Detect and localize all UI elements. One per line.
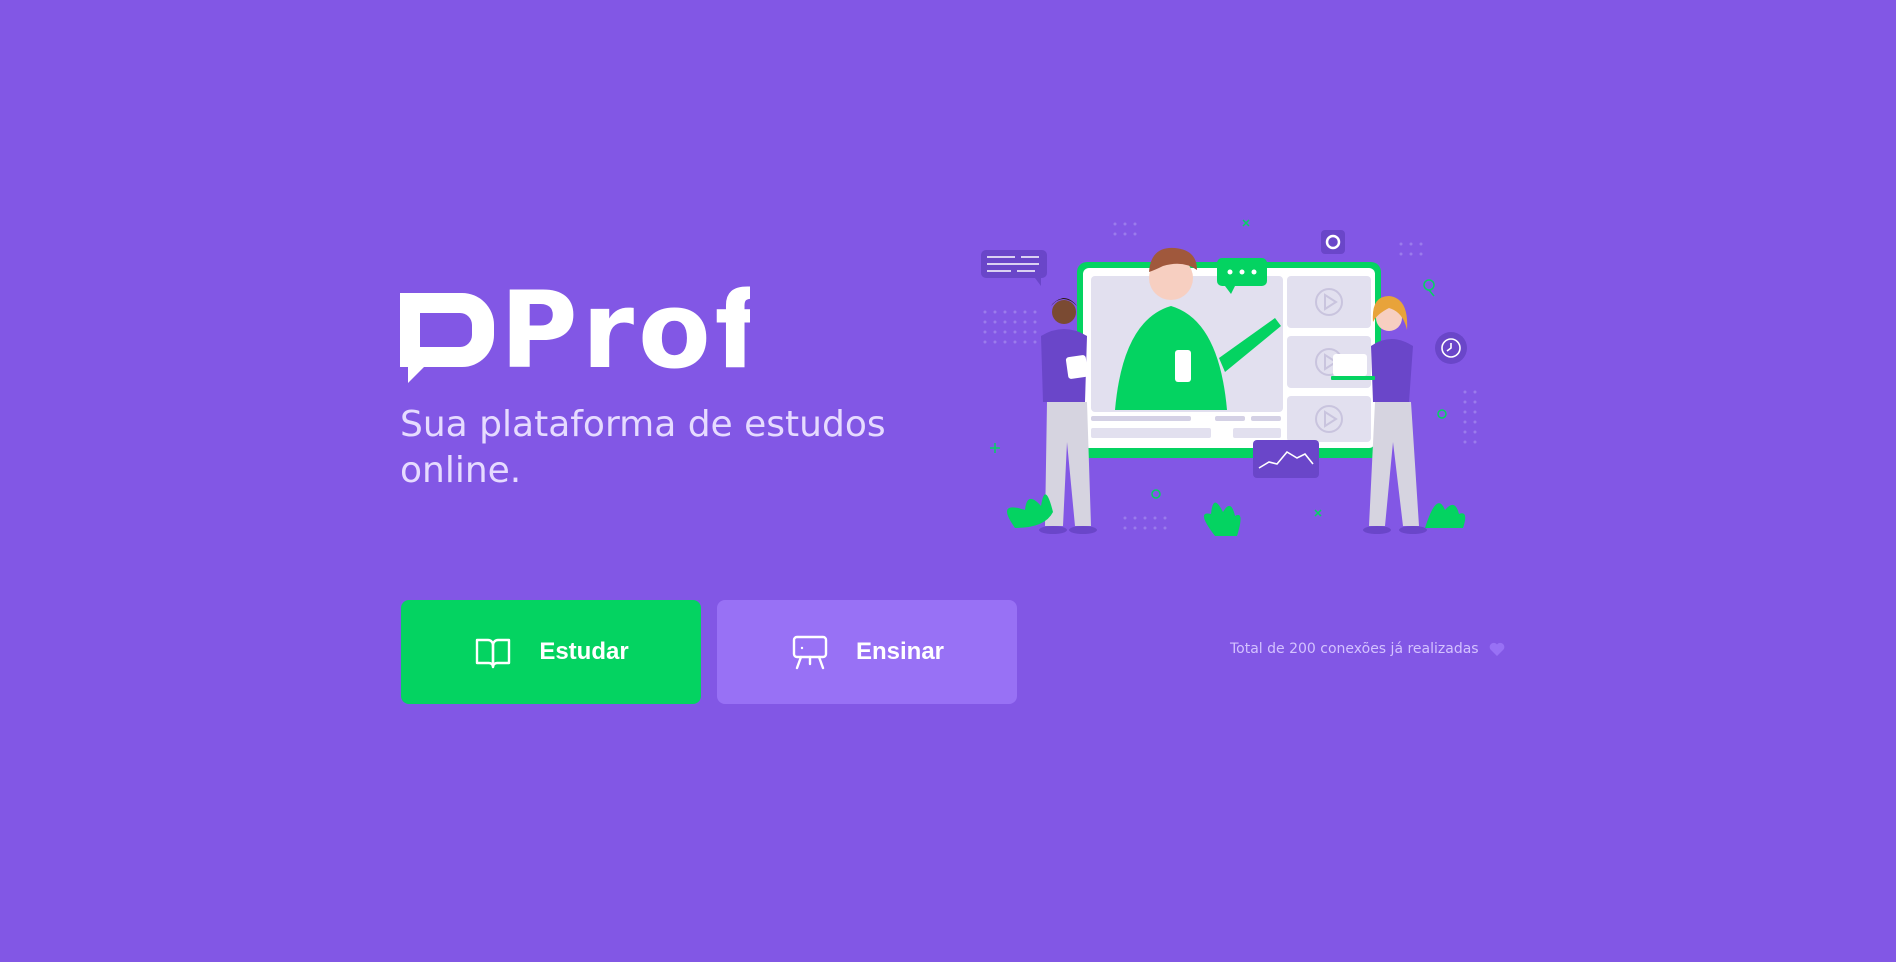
book-open-icon <box>473 632 513 672</box>
total-connections: Total de 200 conexões já realizadas <box>1230 641 1505 657</box>
landing-page: Proffy Sua plataforma de estudos online. <box>0 0 1896 962</box>
study-button-label: Estudar <box>539 638 629 665</box>
total-connections-text: Total de 200 conexões já realizadas <box>1230 641 1479 657</box>
proffy-logo: Proffy <box>400 285 750 395</box>
logo-wordmark: Proffy <box>500 285 750 392</box>
presentation-board-icon <box>790 632 830 672</box>
teach-button-label: Ensinar <box>855 638 945 665</box>
tagline: Sua plataforma de estudos online. <box>400 404 886 491</box>
teach-button[interactable]: Ensinar <box>717 600 1017 704</box>
purple-heart-icon <box>1489 642 1505 656</box>
hero-illustration <box>975 210 1485 540</box>
study-button[interactable]: Estudar <box>401 600 701 704</box>
